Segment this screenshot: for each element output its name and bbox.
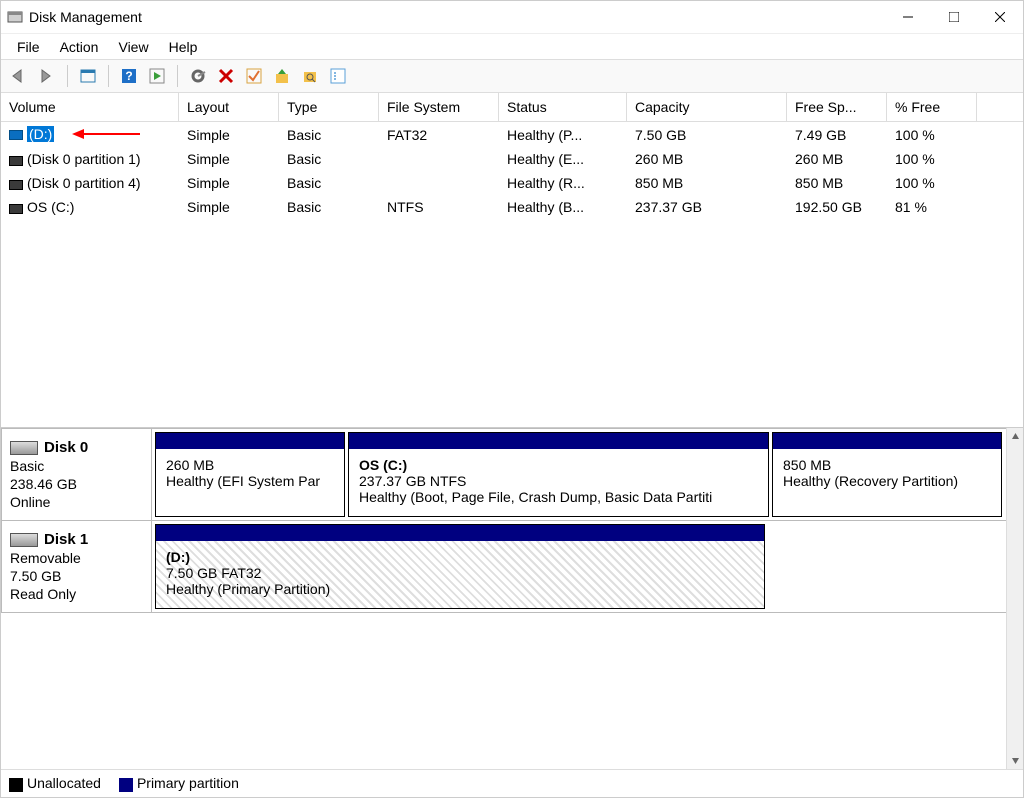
cell-pct: 100 %	[887, 151, 977, 167]
scroll-up-icon[interactable]	[1007, 428, 1023, 445]
volume-icon	[9, 156, 23, 166]
delete-x-icon[interactable]	[214, 64, 238, 88]
disk-icon	[10, 441, 38, 455]
volume-icon	[9, 180, 23, 190]
volume-name: (Disk 0 partition 4)	[27, 175, 141, 191]
help-icon[interactable]: ?	[117, 64, 141, 88]
table-row[interactable]: (Disk 0 partition 4) SimpleBasic Healthy (…	[1, 171, 1023, 195]
cell-pct: 100 %	[887, 127, 977, 143]
legend-unallocated: Unallocated	[9, 775, 101, 791]
partition[interactable]: OS (C:)237.37 GB NTFSHealthy (Boot, Page…	[348, 432, 769, 517]
table-row[interactable]: OS (C:) SimpleBasicNTFSHealthy (B...237.3…	[1, 195, 1023, 219]
refresh-icon[interactable]	[186, 64, 210, 88]
cell-fs: FAT32	[379, 127, 499, 143]
scroll-down-icon[interactable]	[1007, 752, 1023, 769]
cell-type: Basic	[279, 127, 379, 143]
volume-list-header: Volume Layout Type File System Status Ca…	[1, 93, 1023, 122]
toolbar: ?	[1, 59, 1023, 93]
disk-icon	[10, 533, 38, 547]
maximize-button[interactable]	[931, 1, 977, 33]
app-icon	[7, 9, 23, 25]
cell-status: Healthy (B...	[499, 199, 627, 215]
svg-text:?: ?	[125, 69, 132, 83]
legend: Unallocated Primary partition	[1, 769, 1023, 797]
play-icon[interactable]	[145, 64, 169, 88]
cell-status: Healthy (P...	[499, 127, 627, 143]
col-volume[interactable]: Volume	[1, 93, 179, 121]
col-type[interactable]: Type	[279, 93, 379, 121]
cell-capacity: 7.50 GB	[627, 127, 787, 143]
cell-free: 850 MB	[787, 175, 887, 191]
col-layout[interactable]: Layout	[179, 93, 279, 121]
table-row[interactable]: (D:) SimpleBasicFAT32Healthy (P...7.50 GB…	[1, 122, 1023, 147]
disk-map-pane: Disk 0Basic238.46 GBOnline260 MBHealthy …	[1, 428, 1023, 797]
cell-free: 192.50 GB	[787, 199, 887, 215]
volume-icon	[9, 130, 23, 140]
cell-type: Basic	[279, 175, 379, 191]
search-icon[interactable]	[298, 64, 322, 88]
cell-pct: 81 %	[887, 199, 977, 215]
window-title: Disk Management	[29, 9, 142, 25]
cell-layout: Simple	[179, 175, 279, 191]
menu-view[interactable]: View	[108, 36, 158, 58]
cell-layout: Simple	[179, 151, 279, 167]
cell-capacity: 850 MB	[627, 175, 787, 191]
col-capacity[interactable]: Capacity	[627, 93, 787, 121]
cell-free: 7.49 GB	[787, 127, 887, 143]
cell-status: Healthy (R...	[499, 175, 627, 191]
cell-type: Basic	[279, 151, 379, 167]
cell-fs: NTFS	[379, 199, 499, 215]
cell-pct: 100 %	[887, 175, 977, 191]
forward-arrow-icon[interactable]	[35, 64, 59, 88]
titlebar: Disk Management	[1, 1, 1023, 33]
legend-primary: Primary partition	[119, 775, 239, 791]
disk-label[interactable]: Disk 1Removable7.50 GBRead Only	[2, 521, 152, 612]
cell-layout: Simple	[179, 127, 279, 143]
disk-label[interactable]: Disk 0Basic238.46 GBOnline	[2, 429, 152, 520]
close-button[interactable]	[977, 1, 1023, 33]
volume-icon	[9, 204, 23, 214]
col-free[interactable]: Free Sp...	[787, 93, 887, 121]
menubar: File Action View Help	[1, 33, 1023, 59]
col-pct[interactable]: % Free	[887, 93, 977, 121]
annotation-arrow-icon	[72, 127, 140, 143]
up-arrow-icon[interactable]	[270, 64, 294, 88]
menu-help[interactable]: Help	[159, 36, 208, 58]
properties-icon[interactable]	[326, 64, 350, 88]
volume-name: OS (C:)	[27, 199, 74, 215]
volume-name: (Disk 0 partition 1)	[27, 151, 141, 167]
vertical-scrollbar[interactable]	[1006, 428, 1023, 769]
minimize-button[interactable]	[885, 1, 931, 33]
menu-file[interactable]: File	[7, 36, 50, 58]
partition[interactable]: 260 MBHealthy (EFI System Par	[155, 432, 345, 517]
cell-free: 260 MB	[787, 151, 887, 167]
volume-list: Volume Layout Type File System Status Ca…	[1, 93, 1023, 428]
col-filesystem[interactable]: File System	[379, 93, 499, 121]
partition[interactable]: 850 MBHealthy (Recovery Partition)	[772, 432, 1002, 517]
back-arrow-icon[interactable]	[7, 64, 31, 88]
volume-name: (D:)	[27, 126, 54, 142]
cell-capacity: 260 MB	[627, 151, 787, 167]
disk-row: Disk 1Removable7.50 GBRead Only (D:)7.50…	[2, 521, 1022, 612]
cell-status: Healthy (E...	[499, 151, 627, 167]
cell-type: Basic	[279, 199, 379, 215]
table-row[interactable]: (Disk 0 partition 1) SimpleBasic Healthy (…	[1, 147, 1023, 171]
show-hide-icon[interactable]	[76, 64, 100, 88]
disk-row: Disk 0Basic238.46 GBOnline260 MBHealthy …	[2, 429, 1022, 521]
partition[interactable]: (D:)7.50 GB FAT32Healthy (Primary Partit…	[155, 524, 765, 609]
menu-action[interactable]: Action	[50, 36, 109, 58]
cell-layout: Simple	[179, 199, 279, 215]
col-status[interactable]: Status	[499, 93, 627, 121]
check-icon[interactable]	[242, 64, 266, 88]
cell-capacity: 237.37 GB	[627, 199, 787, 215]
